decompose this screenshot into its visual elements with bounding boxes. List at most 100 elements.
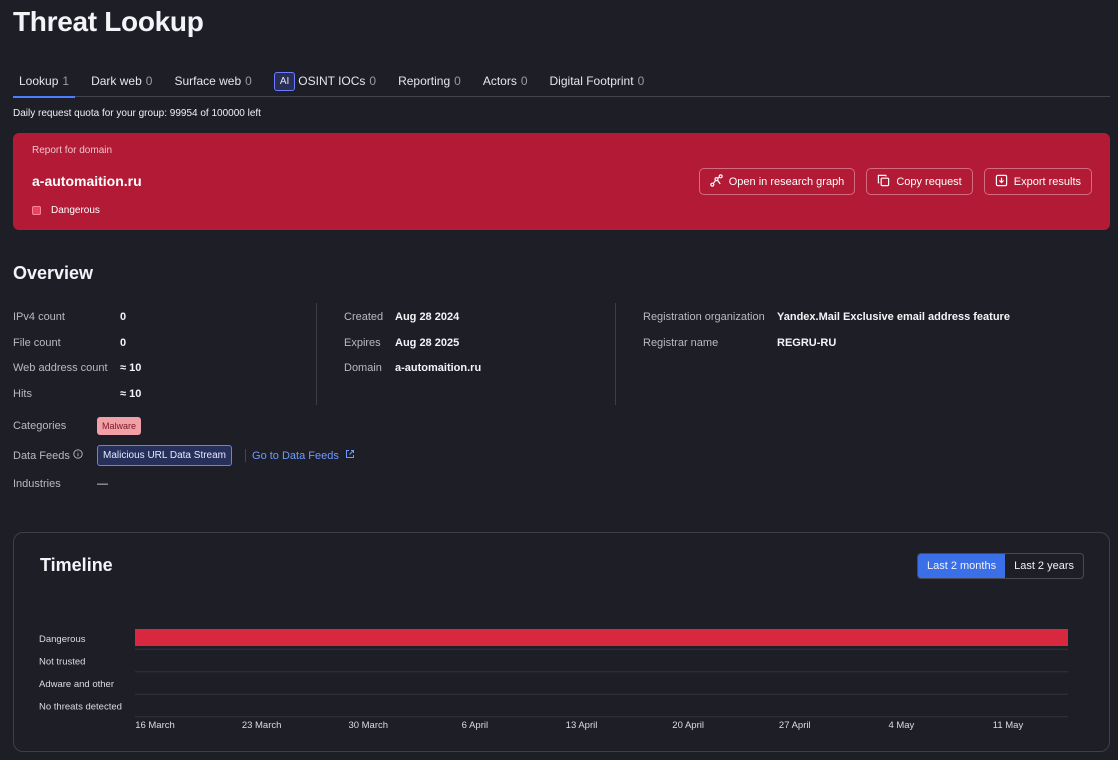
row-label: No threats detected bbox=[39, 702, 122, 713]
external-link-icon bbox=[345, 449, 355, 462]
tab-count: 0 bbox=[637, 74, 645, 88]
kv-value: a-automaition.ru bbox=[395, 362, 482, 375]
button-label: Open in research graph bbox=[728, 175, 845, 188]
status-badge: Dangerous bbox=[32, 205, 100, 216]
timeline-chart: Dangerous Not trusted Adware and other No t… bbox=[39, 629, 1068, 731]
column-divider bbox=[615, 303, 616, 405]
x-tick-label: 16 March bbox=[135, 720, 175, 731]
tab-label: Digital Footprint bbox=[549, 74, 634, 88]
x-tick-label: 6 April bbox=[462, 720, 488, 731]
kv-value: 0 bbox=[120, 336, 127, 349]
tab-count: 0 bbox=[245, 74, 252, 88]
tab-count: 0 bbox=[145, 74, 153, 88]
kv-value: REGRU-RU bbox=[777, 336, 837, 349]
kv-value: Aug 28 2024 bbox=[395, 310, 460, 323]
column-divider bbox=[316, 303, 317, 405]
kv-row: Created Aug 28 2024 bbox=[344, 304, 481, 330]
data-feeds-key: Data Feeds bbox=[13, 449, 97, 462]
kv-key: IPv4 count bbox=[13, 310, 65, 323]
kv-row: Registrar name REGRU-RU bbox=[643, 330, 1010, 356]
kv-value: 0 bbox=[120, 310, 127, 323]
tab-dark-web[interactable]: Dark web 0 bbox=[85, 66, 158, 97]
overview-registration: Registration organization Yandex.Mail Exc… bbox=[643, 304, 1010, 355]
tab-digital-footprint[interactable]: Digital Footprint 0 bbox=[544, 66, 651, 97]
page-title: Threat Lookup bbox=[13, 6, 204, 37]
kv-row: Registration organization Yandex.Mail Exc… bbox=[643, 304, 1010, 330]
kv-row: Domain a-automaition.ru bbox=[344, 355, 481, 381]
report-label: Report for domain bbox=[32, 145, 113, 156]
x-tick-label: 4 May bbox=[888, 720, 914, 731]
open-research-graph-button[interactable]: Open in research graph bbox=[698, 168, 856, 195]
tab-count: 0 bbox=[369, 74, 377, 88]
kv-key: Hits bbox=[13, 387, 32, 400]
row-label: Not trusted bbox=[39, 657, 85, 668]
tab-label: Lookup bbox=[19, 74, 59, 88]
x-tick-label: 23 March bbox=[242, 720, 282, 731]
copy-icon bbox=[877, 174, 890, 190]
graph-icon bbox=[709, 173, 723, 190]
ai-badge: AI bbox=[273, 71, 296, 91]
tab-bar: Lookup 1 Dark web 0 Surface web 0 AI OSI… bbox=[13, 66, 1110, 98]
tab-reporting[interactable]: Reporting 0 bbox=[392, 66, 467, 97]
categories-row: Categories Malware bbox=[13, 417, 142, 435]
go-to-data-feeds-link[interactable]: Go to Data Feeds bbox=[245, 449, 355, 462]
tab-count: 0 bbox=[454, 74, 461, 88]
kv-value: ≈ 10 bbox=[120, 362, 142, 375]
button-label: Copy request bbox=[896, 175, 962, 188]
kv-value: ≈ 10 bbox=[120, 387, 142, 400]
danger-square-icon bbox=[32, 206, 41, 215]
button-label: Export results bbox=[1013, 175, 1081, 188]
export-results-button[interactable]: Export results bbox=[983, 168, 1092, 195]
row-label: Adware and other bbox=[39, 679, 114, 690]
kv-key: Registrar name bbox=[643, 336, 719, 349]
kv-key: Domain bbox=[344, 362, 382, 375]
data-feeds-row: Data Feeds Malicious URL Data Stream Go … bbox=[13, 445, 355, 466]
tab-surface-web[interactable]: Surface web 0 bbox=[168, 66, 257, 97]
tab-count: 0 bbox=[520, 74, 528, 88]
data-feeds-label: Data Feeds bbox=[13, 449, 70, 462]
quota-text: Daily request quota for your group: 9995… bbox=[13, 108, 261, 119]
x-tick-label: 27 April bbox=[779, 720, 811, 731]
tab-label: Surface web bbox=[174, 74, 242, 88]
tab-label: OSINT IOCs bbox=[298, 74, 366, 88]
industries-row: Industries — bbox=[13, 478, 108, 490]
tab-lookup[interactable]: Lookup 1 bbox=[13, 66, 76, 98]
tab-label: Actors bbox=[482, 74, 517, 88]
categories-label: Categories bbox=[13, 420, 67, 432]
info-icon[interactable] bbox=[73, 449, 83, 462]
kv-key: Registration organization bbox=[643, 310, 765, 323]
link-label: Go to Data Feeds bbox=[252, 449, 339, 462]
timeline-bar-dangerous bbox=[135, 629, 1068, 646]
overview-dates: Created Aug 28 2024 Expires Aug 28 2025 Do… bbox=[344, 304, 481, 381]
tab-label: Dark web bbox=[91, 74, 142, 88]
kv-value: Yandex.Mail Exclusive email address feat… bbox=[777, 310, 1010, 323]
tab-label: Reporting bbox=[398, 74, 451, 88]
report-domain: a-automaition.ru bbox=[32, 173, 142, 189]
industries-label: Industries bbox=[13, 478, 61, 490]
industries-value: — bbox=[97, 478, 108, 490]
kv-row: File count 0 bbox=[13, 330, 141, 356]
overview-counts: IPv4 count 0 File count 0 Web address coun… bbox=[13, 304, 141, 407]
report-actions: Open in research graph Copy request Expo… bbox=[698, 168, 1092, 195]
tab-osint-iocs[interactable]: AI OSINT IOCs 0 bbox=[268, 66, 382, 97]
x-tick-label: 20 April bbox=[672, 720, 704, 731]
download-icon bbox=[995, 174, 1008, 190]
kv-key: File count bbox=[13, 336, 61, 349]
report-banner: Report for domain a-automaition.ru Dange… bbox=[13, 133, 1110, 230]
feed-tag[interactable]: Malicious URL Data Stream bbox=[97, 445, 233, 466]
kv-row: IPv4 count 0 bbox=[13, 304, 141, 330]
category-tag[interactable]: Malware bbox=[97, 417, 142, 435]
row-label: Dangerous bbox=[39, 634, 86, 645]
tab-count: 1 bbox=[62, 74, 70, 88]
kv-row: Expires Aug 28 2025 bbox=[344, 330, 481, 356]
x-tick-label: 13 April bbox=[566, 720, 598, 731]
kv-key: Web address count bbox=[13, 362, 108, 375]
timeline-card: Timeline Last 2 months Last 2 years Dang… bbox=[13, 532, 1110, 752]
tab-actors[interactable]: Actors 0 bbox=[477, 66, 534, 97]
x-tick-label: 11 May bbox=[993, 720, 1024, 731]
copy-request-button[interactable]: Copy request bbox=[866, 168, 973, 195]
overview-title: Overview bbox=[13, 263, 94, 283]
kv-key: Created bbox=[344, 310, 384, 323]
kv-row: Web address count ≈ 10 bbox=[13, 355, 141, 381]
kv-key: Expires bbox=[344, 336, 381, 349]
